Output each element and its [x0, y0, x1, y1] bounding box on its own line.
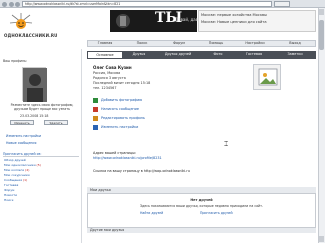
- tab-guestbook[interactable]: Гостевая: [235, 51, 273, 59]
- tab-photos[interactable]: Фото: [202, 51, 234, 59]
- delete-button[interactable]: Удалить: [44, 120, 68, 125]
- tab-notes[interactable]: Заметки: [274, 51, 316, 59]
- tab-main[interactable]: Основное: [87, 51, 123, 59]
- edit-button[interactable]: Изменить: [10, 120, 34, 125]
- scroll-down-icon[interactable]: [319, 236, 324, 242]
- address-bar[interactable]: http://www.odnoklassniki.ru/dk?st.cmd=us…: [22, 1, 272, 7]
- tab-friends-of-friends[interactable]: Друзья друзей: [155, 51, 201, 59]
- back-icon[interactable]: [2, 1, 7, 7]
- other-friends-link[interactable]: Другие мои друзья: [87, 227, 316, 233]
- top-nav-settings[interactable]: Настройки: [236, 40, 274, 47]
- profile-detail: Последний визит сегодня 15:18: [93, 81, 151, 85]
- logo-icon[interactable]: [8, 12, 34, 32]
- image-placeholder-icon: [258, 68, 278, 86]
- top-nav-logout[interactable]: Выход: [277, 40, 313, 47]
- friends-box-title: Нет друзей: [190, 198, 213, 202]
- wap-note: Ссылка на вашу страницу в http://wap.odn…: [93, 169, 190, 173]
- invite-friends-link[interactable]: Пригласить друзей: [200, 211, 233, 215]
- ad-banner-right[interactable]: Москве: первые хозяйства Москвы Москве: …: [198, 10, 316, 32]
- avatar[interactable]: [22, 67, 47, 102]
- go-button[interactable]: [274, 1, 290, 7]
- sidebar-date: 23.03.2008 15:18: [20, 114, 49, 118]
- logo-text[interactable]: ОДНОКЛАССНИКИ.RU: [4, 33, 84, 38]
- tab-friends[interactable]: Друзья: [124, 51, 154, 59]
- friends-box-text: Здесь показываются ваши друзья, которые …: [140, 204, 263, 208]
- banner-line: Москве: Новые ценники для сайта: [201, 20, 267, 24]
- top-nav-help[interactable]: Помощь: [199, 40, 233, 47]
- top-nav-search[interactable]: Поиск: [125, 40, 159, 47]
- message-icon: [93, 106, 98, 112]
- refresh-icon[interactable]: [15, 1, 20, 7]
- profile-detail: Родился 3 августа: [93, 76, 126, 80]
- scrollbar-thumb[interactable]: [319, 20, 324, 50]
- profile-silhouette-icon: [23, 68, 47, 102]
- hand-icon: [116, 14, 130, 28]
- profile-name: Олег Сова Кузин: [93, 65, 132, 70]
- add-photo-link[interactable]: Добавить фотографию: [93, 97, 142, 103]
- write-message-link[interactable]: Написать сообщение: [93, 106, 139, 112]
- friends-box-header: Мои друзья: [87, 187, 316, 194]
- settings-link[interactable]: Изменить настройки: [93, 124, 138, 130]
- scroll-up-icon[interactable]: [319, 9, 324, 15]
- sidebar-list-header: Пригласить друзей из:: [3, 152, 79, 157]
- top-nav-forum[interactable]: Форум: [162, 40, 196, 47]
- mouse-cursor-icon: ⌶: [224, 140, 229, 148]
- pencil-icon: [93, 115, 98, 121]
- sidebar-greeting: Ваш профиль:: [3, 59, 27, 63]
- forward-icon[interactable]: [9, 1, 14, 7]
- edit-profile-link[interactable]: Редактировать профиль: [93, 115, 145, 121]
- banner-line: Москве: первые хозяйства Москвы: [201, 13, 267, 17]
- sidebar-list-item[interactable]: Поиск: [4, 198, 80, 203]
- camera-icon: [93, 97, 98, 103]
- gear-icon: [93, 124, 98, 130]
- profile-detail: Россия, Москва: [93, 71, 121, 75]
- profile-detail: тел. 1234567: [93, 86, 117, 90]
- avatar-hint: Разместите здесь свою фотографию, друзья…: [10, 103, 74, 111]
- sidebar-link-messages[interactable]: Новые сообщения: [6, 141, 36, 145]
- profile-photo[interactable]: [253, 64, 281, 90]
- find-friends-link[interactable]: Найти друзей: [140, 211, 163, 215]
- top-nav-home[interactable]: Главная: [88, 40, 122, 47]
- public-link[interactable]: http://www.odnoklassniki.ru/profile/8231: [93, 156, 162, 160]
- public-link-label: Адрес вашей страницы:: [93, 151, 137, 155]
- sidebar-link-settings[interactable]: Изменить настройки: [6, 134, 41, 138]
